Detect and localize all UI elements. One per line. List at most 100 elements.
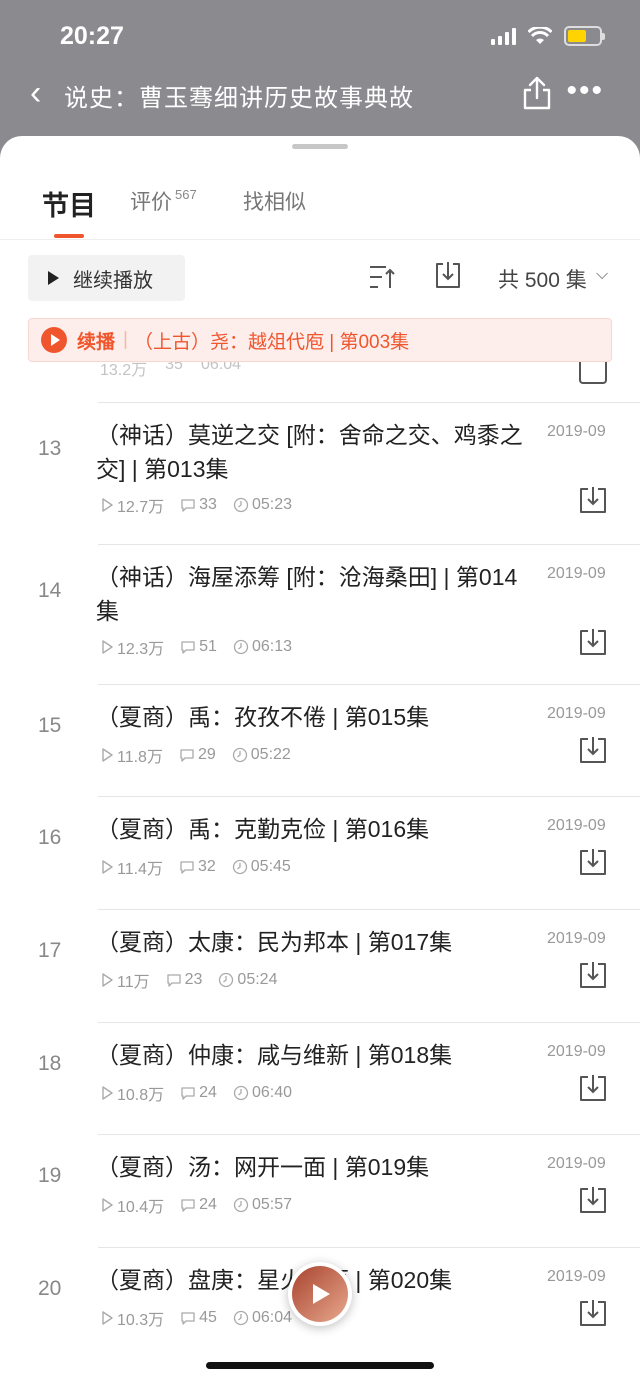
download-icon[interactable] — [578, 960, 608, 990]
episode-meta: 11.8万 29 05:22 — [100, 743, 307, 767]
comment-count: 24 — [180, 1084, 217, 1102]
tab-episodes[interactable]: 节目 — [42, 184, 96, 223]
episode-number: 13 — [38, 437, 62, 460]
divider — [98, 909, 640, 910]
episode-date: 2019-09 — [547, 565, 606, 582]
tab-bar: 节目 评价 567 找相似 — [0, 176, 640, 240]
status-time: 20:27 — [60, 22, 124, 50]
episode-number: 19 — [38, 1164, 62, 1187]
clock-icon — [233, 497, 249, 513]
download-icon[interactable] — [579, 362, 607, 384]
duration: 06:13 — [233, 638, 292, 656]
episode-date: 2019-09 — [547, 930, 606, 947]
divider — [98, 544, 640, 545]
episode-meta: 12.7万 33 05:23 — [100, 493, 308, 517]
play-count-icon — [102, 1198, 113, 1212]
comment-icon — [180, 749, 194, 762]
divider — [98, 1134, 640, 1135]
sort-icon[interactable] — [368, 264, 396, 290]
more-icon[interactable]: ••• — [566, 74, 604, 108]
episode-sheet: 节目 评价 567 找相似 继续播放 共 500 集 ⌵ 续播 | （上古）尧：越… — [0, 136, 640, 1384]
comment-count: 24 — [180, 1196, 217, 1214]
drag-handle[interactable] — [292, 144, 348, 149]
duration: 06:04 — [233, 1309, 292, 1327]
play-count: 10.4万 — [100, 1193, 164, 1217]
episode-title: （神话）莫逆之交 [附：舍命之交、鸡黍之交] | 第013集 — [96, 422, 523, 482]
download-icon[interactable] — [578, 485, 608, 515]
episode-date: 2019-09 — [547, 1155, 606, 1172]
episode-number: 14 — [38, 579, 62, 602]
episode-title: （夏商）禹：孜孜不倦 | 第015集 — [96, 704, 430, 730]
clock-icon — [219, 972, 234, 988]
nav-bar: ‹ 说史：曹玉骞细讲历史故事典故 ••• — [0, 70, 640, 136]
episode-meta: 11.4万 32 05:45 — [100, 855, 307, 879]
download-icon[interactable] — [578, 1185, 608, 1215]
episode-title: （夏商）禹：克勤克俭 | 第016集 — [96, 816, 430, 842]
play-count: 10.8万 — [100, 1081, 164, 1105]
episode-date: 2019-09 — [547, 1268, 606, 1285]
play-count-icon — [102, 640, 113, 654]
wifi-icon — [528, 27, 552, 44]
chevron-left-icon[interactable]: ‹ — [30, 76, 41, 110]
clock-icon — [233, 639, 249, 655]
episode-title: （夏商）仲康：咸与维新 | 第018集 — [96, 1042, 453, 1068]
divider — [98, 1022, 640, 1023]
download-icon[interactable] — [578, 1298, 608, 1328]
tab-similar[interactable]: 找相似 — [243, 186, 306, 216]
clock-icon — [233, 1310, 249, 1326]
status-icons — [491, 26, 605, 46]
list-item-partial[interactable]: 13.2万 35 06:04 — [0, 362, 640, 402]
episode-row[interactable]: 17 （夏商）太康：民为邦本 | 第017集 2019-09 11万 23 05:24 — [0, 909, 640, 1022]
resume-label: 续播 — [77, 331, 116, 353]
episode-row[interactable]: 16 （夏商）禹：克勤克俭 | 第016集 2019-09 11.4万 32 05:45 — [0, 796, 640, 909]
mini-player[interactable] — [288, 1262, 352, 1326]
play-count-icon — [102, 973, 113, 987]
play-count: 11.4万 — [100, 855, 163, 879]
episode-row[interactable]: 13 （神话）莫逆之交 [附：舍命之交、鸡黍之交] | 第013集 2019-09 1… — [0, 402, 640, 544]
battery-icon — [564, 26, 605, 46]
episode-total[interactable]: 共 500 集 — [498, 264, 587, 294]
duration: 05:24 — [218, 971, 277, 989]
episode-row[interactable]: 14 （神话）海屋添筹 [附：沧海桑田] | 第014集 2019-09 12.3万 5… — [0, 544, 640, 684]
divider — [98, 684, 640, 685]
separator: | — [123, 329, 128, 350]
episode-row[interactable]: 18 （夏商）仲康：咸与维新 | 第018集 2019-09 10.8万 24 06:40 — [0, 1022, 640, 1134]
status-bar: 20:27 — [0, 0, 640, 70]
download-all-icon[interactable] — [434, 260, 462, 290]
episode-list: 13.2万 35 06:04 13 （神话）莫逆之交 [附：舍命之交、鸡黍之交] | … — [0, 362, 640, 1384]
comment-count: 29 — [179, 746, 216, 764]
mini-player-cover — [292, 1266, 348, 1322]
continue-play-button[interactable]: 继续播放 — [28, 255, 185, 301]
resume-bar[interactable]: 续播 | （上古）尧：越俎代庖 | 第003集 — [28, 318, 612, 362]
download-icon[interactable] — [578, 627, 608, 657]
divider — [98, 796, 640, 797]
episode-row[interactable]: 19 （夏商）汤：网开一面 | 第019集 2019-09 10.4万 24 05:57 — [0, 1134, 640, 1247]
partial-meta: 13.2万 35 06:04 — [100, 362, 241, 379]
download-icon[interactable] — [578, 847, 608, 877]
play-count: 12.3万 — [100, 635, 164, 659]
episode-number: 15 — [38, 714, 62, 737]
comment-icon — [181, 1087, 195, 1100]
download-icon[interactable] — [578, 1073, 608, 1103]
comment-icon — [166, 974, 181, 987]
play-circle-icon — [41, 327, 67, 353]
play-count-icon — [102, 1086, 113, 1100]
comment-count: 51 — [180, 638, 217, 656]
episode-title: （神话）海屋添筹 [附：沧海桑田] | 第014集 — [96, 564, 518, 624]
duration: 05:57 — [233, 1196, 292, 1214]
comment-count: 23 — [166, 971, 202, 989]
signal-icon — [491, 27, 516, 45]
episode-number: 17 — [38, 939, 62, 962]
episode-title: （夏商）汤：网开一面 | 第019集 — [96, 1154, 430, 1180]
download-icon[interactable] — [578, 735, 608, 765]
episode-date: 2019-09 — [547, 1043, 606, 1060]
clock-icon — [232, 859, 247, 875]
share-icon[interactable] — [522, 76, 552, 110]
divider — [98, 1247, 640, 1248]
episode-row[interactable]: 15 （夏商）禹：孜孜不倦 | 第015集 2019-09 11.8万 29 05:22 — [0, 684, 640, 796]
tab-reviews[interactable]: 评价 567 — [130, 186, 197, 216]
comment-icon — [181, 1199, 195, 1212]
episode-title: （夏商）太康：民为邦本 | 第017集 — [96, 929, 453, 955]
play-count-icon — [102, 1311, 113, 1325]
chevron-down-icon[interactable]: ⌵ — [596, 266, 608, 284]
